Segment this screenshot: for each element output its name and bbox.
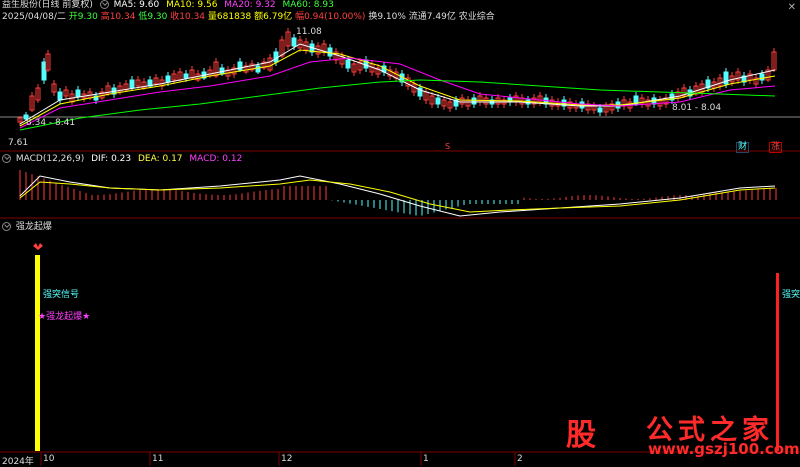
candle-body — [41, 61, 47, 81]
watermark-url: www.gszj100.com — [648, 440, 800, 458]
left-range-label: 8.34 - 8.41 — [26, 118, 76, 128]
candle-body — [327, 47, 333, 57]
signal-breakout-right-label: 强突 — [782, 290, 800, 300]
indicator-name[interactable]: 强龙起爆 — [16, 222, 52, 232]
time-tick: 11 — [152, 454, 164, 464]
candle-body — [471, 97, 477, 105]
signal-arrow-icon — [33, 243, 43, 250]
macd-value: MACD: 0.12 — [189, 154, 243, 164]
candle-body — [237, 61, 243, 71]
finance-tag[interactable]: 财 — [736, 142, 750, 153]
candle-body — [291, 37, 297, 47]
macd-settings-icon[interactable] — [2, 154, 11, 163]
right-range-label: 8.01 - 8.04 — [672, 103, 722, 113]
indicator-settings-icon[interactable] — [2, 222, 11, 231]
signal-bar-left — [35, 255, 40, 451]
low-price-label: 7.61 — [8, 138, 29, 148]
s-marker[interactable]: S — [445, 142, 450, 151]
time-tick: 1 — [423, 454, 429, 464]
macd-label[interactable]: MACD(12,26,9) — [16, 154, 84, 164]
macd-dif: DIF: 0.23 — [91, 154, 132, 164]
peak-price-label: 11.08 — [296, 27, 322, 37]
candle-body — [507, 97, 513, 103]
watermark-logo-text: 股 — [566, 418, 596, 453]
time-tick: 12 — [281, 454, 293, 464]
watermark-logo: 股 — [560, 408, 604, 453]
candle-body — [435, 97, 441, 105]
signal-breakout-label: 强突信号 — [43, 290, 80, 300]
candle-body — [255, 65, 261, 73]
indicator-header: 强龙起爆 — [2, 222, 52, 233]
candle-body — [183, 73, 189, 79]
candle-body — [75, 89, 81, 98]
macd-header: MACD(12,26,9) DIF: 0.23 DEA: 0.17 MACD: … — [2, 154, 242, 165]
signal-dragon-label: ★强龙起爆★ — [38, 312, 91, 322]
kline-chart[interactable] — [0, 0, 800, 466]
signal-bar-right — [776, 273, 779, 451]
rise-tag[interactable]: 涨 — [769, 142, 783, 153]
candle-body — [345, 59, 351, 69]
candle-body — [57, 91, 63, 101]
time-axis-year: 2024年 — [2, 457, 34, 467]
time-tick: 2 — [517, 454, 523, 464]
candle-body — [759, 73, 765, 81]
signal-dragon-text: 强龙起爆 — [46, 312, 83, 322]
macd-dea: DEA: 0.17 — [137, 154, 183, 164]
candle-body — [597, 107, 603, 113]
candle-body — [129, 79, 135, 89]
candle-body — [165, 75, 171, 83]
time-tick: 10 — [43, 454, 55, 464]
